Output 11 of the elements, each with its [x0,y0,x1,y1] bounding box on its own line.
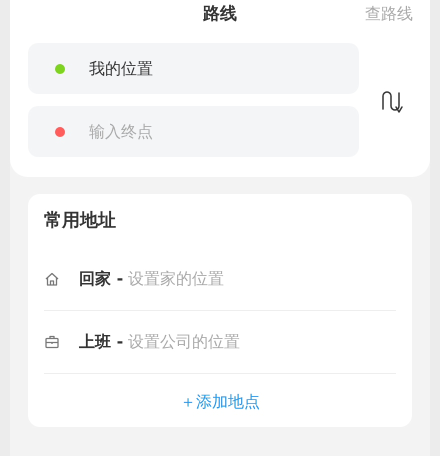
briefcase-icon [44,334,60,350]
page-title: 路线 [203,3,237,26]
address-label: 回家 - [79,268,124,290]
start-field[interactable]: 我的位置 [28,43,359,94]
address-row[interactable]: 上班 - 设置公司的位置 [44,311,396,374]
house-icon [44,271,60,287]
address-hint: 设置家的位置 [128,268,224,290]
address-hint: 设置公司的位置 [128,331,240,353]
address-row[interactable]: 回家 - 设置家的位置 [44,248,396,311]
address-label: 上班 - [79,331,124,353]
section-title: 常用地址 [44,209,117,233]
